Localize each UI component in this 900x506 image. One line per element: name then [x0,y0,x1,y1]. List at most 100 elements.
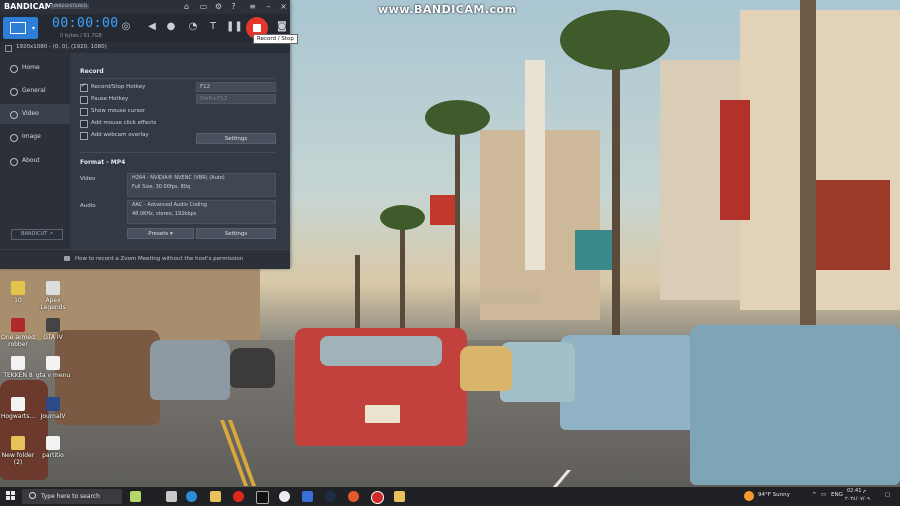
app-icon [46,318,60,332]
desktop-icon[interactable]: partitio [33,436,73,459]
record-hotkey-label: Record/Stop Hotkey [91,84,146,90]
app-icon[interactable] [256,491,269,504]
file-icon [11,397,25,411]
webcam-off-icon[interactable]: ◎ [119,20,133,34]
audio-codec-display[interactable]: AAC - Advanced Audio Coding 48.0KHz, ste… [127,200,276,224]
sidebar-item-general[interactable]: General [0,81,70,101]
palm-tree [800,0,816,340]
bandicam-icon[interactable] [371,491,384,504]
divider [80,152,276,153]
click-effects-checkbox[interactable] [80,120,88,128]
bandicam-watermark: www.BANDICAM.com [378,3,517,16]
palm-tree [355,255,360,335]
search-placeholder: Type here to search [41,493,100,500]
speaker-icon[interactable]: ◀ [145,20,159,34]
bandicut-button[interactable]: BANDICUT ↗ [11,229,63,240]
clock-date[interactable]: ٢٠٢٤/٠٧/٠٩ [845,496,870,502]
palm-fronds [560,10,670,70]
video-codec-display[interactable]: H264 - NVIDIA® NVENC (VBR) (Auto) Full S… [127,173,276,197]
desktop-icon[interactable]: gta v menu [33,356,73,379]
app-icon [46,397,60,411]
pause-hotkey-checkbox[interactable] [80,96,88,104]
folder-icon[interactable] [394,491,405,502]
car [230,348,275,388]
divider [80,78,276,79]
palm-fronds [425,100,490,135]
notifications-icon[interactable]: ▢ [885,492,890,498]
file-explorer-icon[interactable] [210,491,221,502]
record-section-title: Record [80,68,104,75]
language-indicator[interactable]: ENG [831,492,843,498]
minimize-icon[interactable]: – [264,2,273,11]
sidebar-item-image[interactable]: Image [0,127,70,147]
audio-label: Audio [80,203,96,209]
record-settings-button[interactable]: Settings [196,133,276,144]
opera-icon[interactable] [233,491,244,502]
video-icon [10,111,18,119]
chrome-icon[interactable] [279,491,290,502]
clock-time[interactable]: 02:41 م [847,488,866,494]
format-settings-button[interactable]: Settings [196,228,276,239]
show-cursor-checkbox[interactable] [80,108,88,116]
close-icon[interactable]: × [279,2,288,11]
palm-fronds [380,205,425,230]
show-cursor-label: Show mouse cursor [91,108,146,114]
task-view-icon[interactable] [166,491,177,502]
home-icon[interactable]: ⌂ [182,2,191,11]
chevron-down-icon: ▾ [31,25,35,32]
webcam-overlay-label: Add webcam overlay [91,132,149,138]
license-plate [365,405,400,423]
edge-icon[interactable] [186,491,197,502]
webcam-overlay-checkbox[interactable] [80,132,88,140]
record-hotkey-field[interactable]: F12 [196,82,276,92]
steam-icon[interactable] [325,491,336,502]
weather-text[interactable]: 94°F Sunny [758,492,790,498]
settings-icon[interactable]: ⚙ [214,2,223,11]
record-hotkey-checkbox[interactable] [80,82,88,92]
presets-button[interactable]: Presets ▾ [127,228,194,239]
app-icon [46,281,60,295]
microphone-icon[interactable]: ● [164,20,178,34]
folder-icon[interactable]: ▭ [199,2,208,11]
app-icon[interactable] [302,491,313,502]
capture-area-bar: 1920x1080 - (0, 0), (1920, 1080) [0,42,290,53]
desktop-icon[interactable]: JournalV [33,397,73,420]
footer-link[interactable]: How to record a Zoom Meeting without the… [75,256,243,262]
video-label: Video [80,176,96,182]
desktop-icon[interactable]: GTA IV [33,318,73,341]
sidebar-item-video[interactable]: Video [0,104,70,124]
home-icon [10,65,18,73]
pause-icon[interactable]: ❚❚ [226,20,243,34]
car [150,340,230,400]
widgets-icon[interactable] [130,491,141,502]
toolbar: ▾ 00:00:00 0 bytes / 91.7GB ◎ ◀ ● ◔ T ❚❚… [0,14,290,42]
sign [720,100,750,220]
app-icon [11,318,25,332]
gear-icon [10,88,18,96]
click-effects-label: Add mouse click effects [91,120,157,126]
desktop-icon[interactable]: Apex Legends [33,281,73,311]
windows-start-button[interactable] [6,491,16,501]
app-icon[interactable] [348,491,359,502]
menu-icon[interactable]: ≡ [248,2,257,11]
help-icon[interactable]: ? [229,2,238,11]
image-icon [10,134,18,142]
sidebar-item-home[interactable]: Home [0,58,70,78]
palm-tree [455,120,460,340]
pause-hotkey-field[interactable]: Shift+F12 [196,94,276,104]
sidebar-item-about[interactable]: About [0,151,70,171]
blue-car [560,335,695,430]
webcam-overlay-icon[interactable]: ◔ [186,20,200,34]
tower-sign [525,60,545,270]
text-overlay-icon[interactable]: T [206,20,220,34]
sidebar: Home General Video Image About [0,53,70,249]
taskbar-search-box[interactable]: Type here to search [22,489,122,504]
screen-mode-button[interactable]: ▾ [3,17,38,39]
record-timer: 00:00:00 [52,16,119,31]
camera-icon[interactable]: ◙ [275,20,289,34]
tray-chevron-icon[interactable]: ^ [812,492,817,498]
lock-checkbox[interactable] [5,45,12,52]
weather-icon [744,491,754,501]
file-icon [46,436,60,450]
network-icon[interactable]: ▭ [821,492,826,498]
